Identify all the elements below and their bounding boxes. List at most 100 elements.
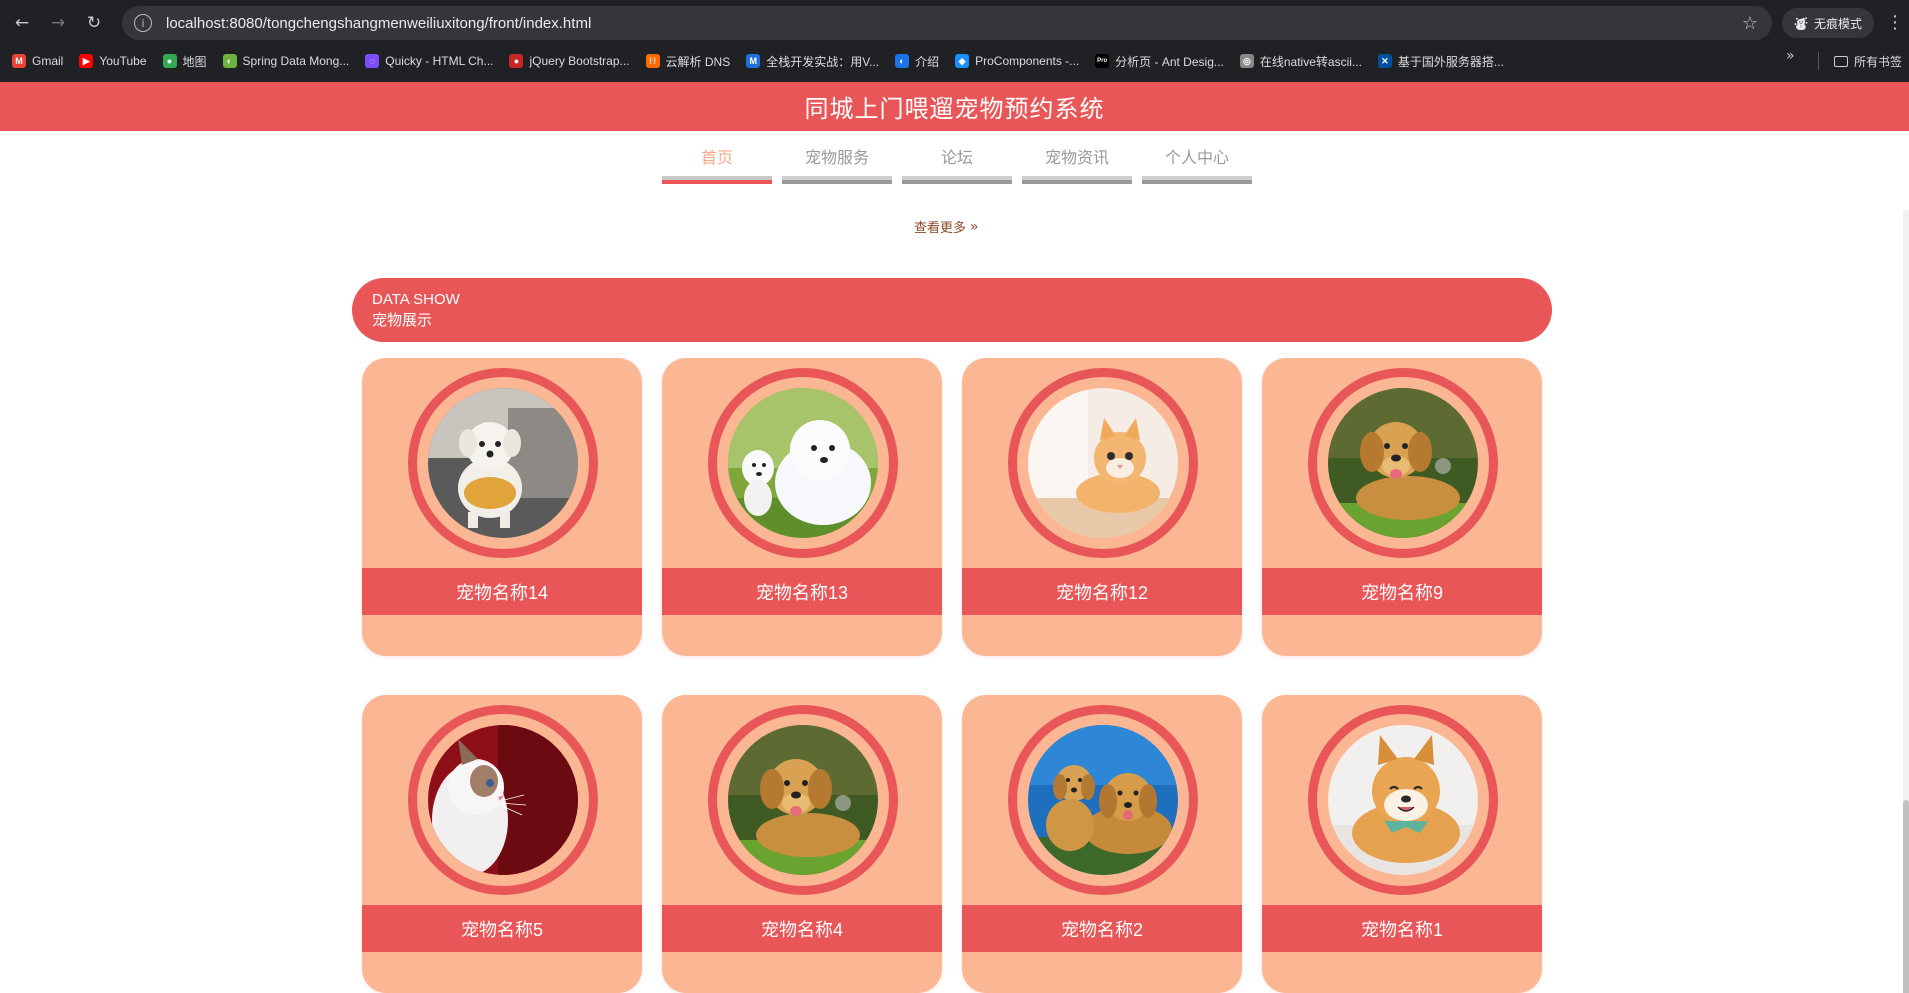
bookmark-label: 介绍 <box>915 54 940 69</box>
pet-photo-ring <box>1308 368 1498 558</box>
pet-name[interactable]: 宠物名称4 <box>662 905 942 952</box>
all-bookmarks-label: 所有书签 <box>1854 54 1903 69</box>
address-bar[interactable]: i localhost:8080/tongchengshangmenweiliu… <box>122 6 1772 40</box>
reload-icon[interactable]: ↻ <box>76 5 112 41</box>
bookmark-item[interactable]: ● jQuery Bootstrap... <box>509 54 630 68</box>
bookmark-item[interactable]: [-] 云解析 DNS <box>645 53 731 70</box>
pet-photo-ring <box>708 705 898 895</box>
pet-photo[interactable] <box>1028 388 1178 538</box>
bookmark-favicon-icon: ◆ <box>955 54 970 68</box>
more-bookmarks-icon[interactable]: » <box>1786 48 1795 64</box>
pet-card[interactable]: 宠物名称12 <box>962 358 1242 656</box>
bookmarks-bar: M Gmail ▶ YouTube ● 地图 ◐ Spring Data Mong... ◌ Qu… <box>0 48 1909 74</box>
bookmark-favicon-icon: M <box>746 54 761 68</box>
pet-name[interactable]: 宠物名称9 <box>1262 568 1542 615</box>
bookmark-favicon-icon: Pro <box>1095 54 1110 68</box>
bookmark-label: 地图 <box>182 54 207 69</box>
nav-tab-label: 宠物服务 <box>804 150 869 167</box>
incognito-icon: ⛇ <box>1794 16 1808 33</box>
pet-card[interactable]: 宠物名称1 <box>1262 695 1542 993</box>
section-title-cn: 宠物展示 <box>372 312 433 329</box>
pet-photo[interactable] <box>728 725 878 875</box>
site-header: 同城上门喂遛宠物预约系统 <box>0 82 1909 131</box>
pet-card[interactable]: 宠物名称13 <box>662 358 942 656</box>
page-viewport: 同城上门喂遛宠物预约系统 首页 宠物服务 论坛 宠物资讯 个人中心 查看更多 » DAT… <box>0 82 1909 993</box>
bookmark-favicon-icon: ✕ <box>1377 54 1392 68</box>
folder-icon <box>1834 55 1848 67</box>
bookmark-item[interactable]: ◆ ProComponents -... <box>955 54 1079 68</box>
bookmark-label: 分析页 - Ant Desig... <box>1115 54 1224 69</box>
nav-tab-underline <box>662 176 772 184</box>
pet-photo[interactable] <box>428 725 578 875</box>
browser-menu-icon[interactable]: ⋮ <box>1886 12 1904 33</box>
bookmark-item[interactable]: M Gmail <box>12 54 63 68</box>
main-nav: 首页 宠物服务 论坛 宠物资讯 个人中心 <box>662 148 1262 184</box>
bookmark-item[interactable]: M 全栈开发实战：用V... <box>746 53 879 70</box>
nav-tab-label: 宠物资讯 <box>1044 150 1109 167</box>
bookmark-item[interactable]: Pro 分析页 - Ant Desig... <box>1095 53 1224 70</box>
site-info-icon[interactable]: i <box>134 14 152 32</box>
bookmark-label: jQuery Bootstrap... <box>529 54 630 68</box>
bookmark-item[interactable]: ◌ Quicky - HTML Ch... <box>365 54 493 68</box>
view-more-label: 查看更多 <box>914 220 967 235</box>
pet-card[interactable]: 宠物名称5 <box>362 695 642 993</box>
bookmark-favicon-icon: [-] <box>645 54 660 68</box>
bookmark-favicon-icon: ◐ <box>222 54 237 68</box>
bookmark-label: YouTube <box>99 54 147 68</box>
nav-tab-underline <box>1142 176 1252 184</box>
pet-name[interactable]: 宠物名称14 <box>362 568 642 615</box>
bookmark-label: 基于国外服务器搭... <box>1397 54 1504 69</box>
browser-chrome: ← → ↻ i localhost:8080/tongchengshangmen… <box>0 0 1909 82</box>
nav-tab[interactable]: 论坛 <box>902 148 1012 184</box>
bookmark-item[interactable]: ◐ 介绍 <box>895 53 939 70</box>
bookmark-item[interactable]: ✕ 基于国外服务器搭... <box>1377 53 1504 70</box>
back-icon[interactable]: ← <box>4 5 40 41</box>
nav-tab-label: 论坛 <box>940 150 973 167</box>
pet-name[interactable]: 宠物名称5 <box>362 905 642 952</box>
view-more-link[interactable]: 查看更多 » <box>914 217 979 236</box>
bookmark-star-icon[interactable]: ☆ <box>1742 13 1758 34</box>
scrollbar[interactable] <box>1903 210 1909 993</box>
pet-name[interactable]: 宠物名称1 <box>1262 905 1542 952</box>
pet-photo-ring <box>408 368 598 558</box>
pet-photo-ring <box>1308 705 1498 895</box>
pet-photo[interactable] <box>1328 725 1478 875</box>
bookmark-item[interactable]: ◎ 在线native转ascii... <box>1239 53 1362 70</box>
incognito-badge[interactable]: ⛇ 无痕模式 <box>1782 8 1875 38</box>
site-title: 同城上门喂遛宠物预约系统 <box>804 96 1105 123</box>
bookmark-label: Gmail <box>32 54 64 68</box>
forward-icon[interactable]: → <box>40 5 76 41</box>
nav-tab-underline <box>782 176 892 184</box>
pet-photo-ring <box>1008 368 1198 558</box>
pet-photo[interactable] <box>1028 725 1178 875</box>
bookmark-label: 云解析 DNS <box>665 54 731 69</box>
incognito-label: 无痕模式 <box>1814 16 1863 31</box>
url-text[interactable]: localhost:8080/tongchengshangmenweiliuxi… <box>166 15 591 32</box>
pet-name[interactable]: 宠物名称12 <box>962 568 1242 615</box>
nav-tab[interactable]: 首页 <box>662 148 772 184</box>
pet-photo[interactable] <box>728 388 878 538</box>
pet-card[interactable]: 宠物名称9 <box>1262 358 1542 656</box>
pet-photo[interactable] <box>1328 388 1478 538</box>
bookmark-favicon-icon: ◌ <box>365 54 380 68</box>
nav-tab[interactable]: 宠物服务 <box>782 148 892 184</box>
bookmark-item[interactable]: ◐ Spring Data Mong... <box>222 54 349 68</box>
pet-card[interactable]: 宠物名称4 <box>662 695 942 993</box>
pet-card[interactable]: 宠物名称2 <box>962 695 1242 993</box>
bookmark-item[interactable]: ● 地图 <box>162 53 207 70</box>
nav-tab[interactable]: 宠物资讯 <box>1022 148 1132 184</box>
nav-tab-underline <box>902 176 1012 184</box>
bookmark-item[interactable]: ▶ YouTube <box>79 54 147 68</box>
pet-photo[interactable] <box>428 388 578 538</box>
bookmark-label: 全栈开发实战：用V... <box>766 54 880 69</box>
scrollbar-thumb[interactable] <box>1903 800 1909 993</box>
bookmark-favicon-icon: ● <box>162 54 177 68</box>
pet-card[interactable]: 宠物名称14 <box>362 358 642 656</box>
bookmark-label: 在线native转ascii... <box>1259 54 1362 69</box>
nav-tab[interactable]: 个人中心 <box>1142 148 1252 184</box>
bookmark-favicon-icon: ◐ <box>895 54 910 68</box>
all-bookmarks-button[interactable]: 所有书签 <box>1834 48 1902 74</box>
bookmarks-divider <box>1818 52 1819 70</box>
pet-name[interactable]: 宠物名称13 <box>662 568 942 615</box>
pet-name[interactable]: 宠物名称2 <box>962 905 1242 952</box>
